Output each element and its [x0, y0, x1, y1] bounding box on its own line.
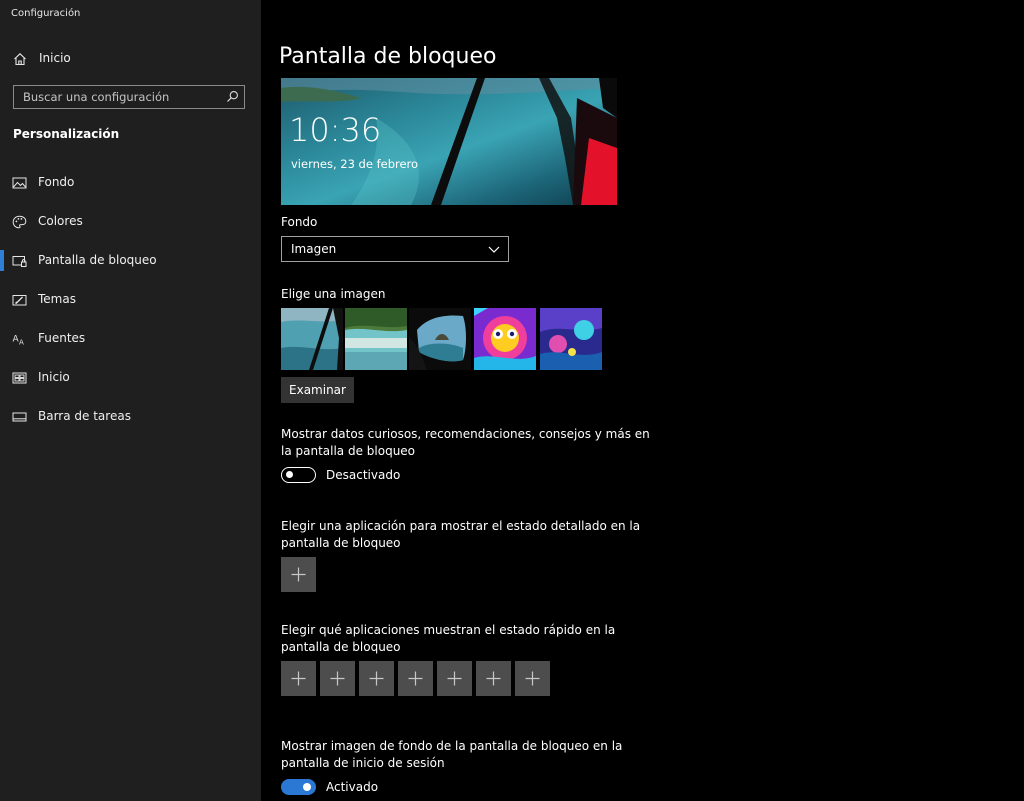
image-thumbnail[interactable]: [474, 308, 536, 370]
plus-icon: [291, 671, 306, 686]
toggle-knob: [286, 471, 293, 478]
plus-icon: [486, 671, 501, 686]
plus-icon: [330, 671, 345, 686]
add-quick-status-app-button[interactable]: [320, 661, 355, 696]
lock-screen-preview: 10:36 viernes, 23 de febrero: [281, 78, 617, 205]
lock-screen-icon: [12, 256, 27, 267]
image-thumbnail[interactable]: [345, 308, 407, 370]
add-quick-status-app-button[interactable]: [515, 661, 550, 696]
signin-background-state: Activado: [326, 780, 379, 794]
start-icon: [12, 372, 27, 384]
sidebar-item-label: Fuentes: [38, 331, 86, 345]
sidebar-item-label: Temas: [38, 292, 76, 306]
browse-button[interactable]: Examinar: [281, 377, 354, 403]
add-quick-status-app-button[interactable]: [359, 661, 394, 696]
palette-icon: [12, 215, 27, 229]
search-icon[interactable]: [226, 90, 239, 103]
plus-icon: [408, 671, 423, 686]
add-quick-status-app-button[interactable]: [476, 661, 511, 696]
choose-image-label: Elige una imagen: [281, 287, 386, 301]
sidebar-item-fondo[interactable]: Fondo: [0, 168, 261, 198]
preview-date: viernes, 23 de febrero: [291, 157, 419, 171]
quick-status-description: Elegir qué aplicaciones muestran el esta…: [281, 623, 616, 654]
sidebar-home-label: Inicio: [39, 51, 71, 65]
image-icon: [12, 177, 27, 189]
fun-facts-toggle[interactable]: [281, 467, 316, 483]
taskbar-icon: [12, 412, 27, 422]
chevron-down-icon: [488, 246, 500, 253]
search-box: [13, 85, 245, 109]
plus-icon: [291, 567, 306, 582]
add-quick-status-app-button[interactable]: [398, 661, 433, 696]
add-detailed-status-app-button[interactable]: [281, 557, 316, 592]
sidebar-home[interactable]: Inicio: [0, 46, 261, 72]
sidebar-item-label: Fondo: [38, 175, 75, 189]
detailed-status-description: Elegir una aplicación para mostrar el es…: [281, 519, 641, 550]
svg-text:A: A: [19, 339, 24, 347]
main-content: Pantalla de bloqueo 10:36 viernes, 23 de…: [261, 0, 1024, 801]
sidebar-item-fuentes[interactable]: A A Fuentes: [0, 324, 261, 354]
background-dropdown-value: Imagen: [291, 242, 337, 256]
fun-facts-state: Desactivado: [326, 468, 401, 482]
sidebar-item-label: Barra de tareas: [38, 409, 131, 423]
section-title: Personalización: [13, 127, 120, 141]
sidebar-item-inicio[interactable]: Inicio: [0, 363, 261, 393]
plus-icon: [525, 671, 540, 686]
background-label: Fondo: [281, 215, 318, 229]
sidebar: Configuración Inicio Personalización Fon…: [0, 0, 261, 801]
sidebar-item-temas[interactable]: Temas: [0, 285, 261, 315]
signin-background-description: Mostrar imagen de fondo de la pantalla d…: [281, 739, 623, 770]
toggle-knob: [303, 783, 311, 791]
sidebar-item-label: Inicio: [38, 370, 70, 384]
add-quick-status-app-button[interactable]: [437, 661, 472, 696]
image-thumbnail[interactable]: [540, 308, 602, 370]
home-icon: [14, 53, 26, 66]
background-dropdown[interactable]: Imagen: [281, 236, 509, 262]
preview-time: 10:36: [289, 111, 382, 149]
sidebar-item-pantalla-de-bloqueo[interactable]: Pantalla de bloqueo: [0, 246, 261, 276]
active-indicator: [0, 250, 4, 271]
page-title: Pantalla de bloqueo: [279, 44, 497, 69]
sidebar-item-label: Pantalla de bloqueo: [38, 253, 157, 267]
image-thumbnail[interactable]: [281, 308, 343, 370]
plus-icon: [447, 671, 462, 686]
window-title: Configuración: [11, 8, 81, 19]
fonts-icon: A A: [13, 335, 25, 347]
add-quick-status-app-button[interactable]: [281, 661, 316, 696]
sidebar-item-colores[interactable]: Colores: [0, 207, 261, 237]
sidebar-item-barra-de-tareas[interactable]: Barra de tareas: [0, 402, 261, 432]
plus-icon: [369, 671, 384, 686]
image-thumbnail[interactable]: [409, 308, 471, 370]
fun-facts-description: Mostrar datos curiosos, recomendaciones,…: [281, 427, 650, 458]
search-input[interactable]: [14, 86, 220, 108]
sidebar-item-label: Colores: [38, 214, 83, 228]
signin-background-toggle[interactable]: [281, 779, 316, 795]
themes-icon: [12, 295, 27, 306]
